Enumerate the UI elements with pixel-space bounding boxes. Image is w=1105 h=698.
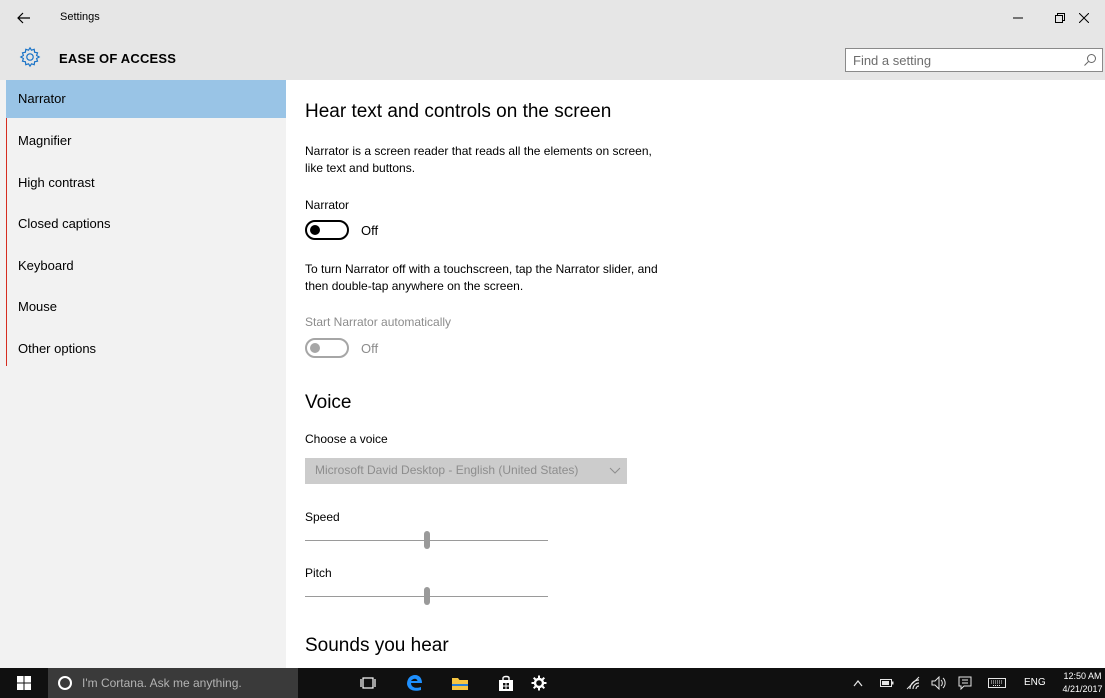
touch-keyboard-button[interactable]: [986, 668, 1008, 698]
sidebar-item-label: High contrast: [18, 175, 95, 190]
search-box[interactable]: [845, 48, 1103, 72]
auto-start-state: Off: [361, 341, 379, 356]
sidebar-item-label: Narrator: [18, 91, 66, 106]
narrator-description: Narrator is a screen reader that reads a…: [305, 143, 705, 177]
back-arrow-icon: [17, 12, 30, 24]
description-line-2: like text and buttons.: [305, 161, 416, 175]
edge-button[interactable]: [391, 668, 437, 698]
sidebar-item-keyboard[interactable]: Keyboard: [6, 247, 286, 285]
description-line-1: Narrator is a screen reader that reads a…: [305, 144, 652, 158]
network-button[interactable]: [904, 668, 922, 698]
choose-voice-label: Choose a voice: [305, 432, 388, 446]
settings-window: Settings EASE OF ACCESS Find a setting N…: [0, 0, 1105, 698]
search-icon[interactable]: [1083, 53, 1097, 67]
settings-taskbar-button[interactable]: [516, 668, 562, 698]
sidebar-item-label: Mouse: [18, 299, 58, 314]
edge-icon: [407, 675, 422, 691]
file-explorer-icon: [452, 678, 468, 690]
pitch-label: Pitch: [305, 566, 332, 580]
narrator-toggle[interactable]: [305, 220, 349, 240]
clock-time: 12:50 AM: [1063, 671, 1102, 681]
voice-heading: Voice: [305, 392, 352, 413]
touch-note-line-2: then double-tap anywhere on the screen.: [305, 279, 524, 293]
sidebar-item-label: Magnifier: [18, 133, 72, 148]
volume-button[interactable]: [930, 668, 948, 698]
cortana-icon: [58, 676, 72, 690]
sidebar-item-label: Closed captions: [18, 216, 111, 231]
minimize-button[interactable]: [997, 0, 1039, 36]
page-title: EASE OF ACCESS: [59, 51, 177, 66]
auto-start-label: Start Narrator automatically: [305, 315, 452, 329]
sidebar-item-closed-captions[interactable]: Closed captions: [6, 205, 286, 243]
settings-icon: [531, 675, 547, 691]
battery-button[interactable]: [878, 668, 896, 698]
voice-dropdown[interactable]: Microsoft David Desktop - English (Unite…: [305, 458, 627, 484]
close-icon: [1079, 13, 1089, 23]
task-view-icon: [360, 677, 376, 689]
task-view-button[interactable]: [345, 668, 391, 698]
taskbar: I'm Cortana. Ask me anything. ENG 12:50 …: [0, 668, 1105, 698]
section-heading: Hear text and controls on the screen: [305, 101, 612, 122]
narrator-label: Narrator: [305, 198, 350, 212]
sidebar-item-label: Other options: [18, 341, 97, 356]
sidebar-item-narrator[interactable]: Narrator: [6, 80, 286, 118]
keyboard-icon: [988, 678, 1006, 688]
narrator-state: Off: [361, 223, 379, 238]
windows-logo-icon: [17, 676, 31, 690]
cortana-search-box[interactable]: I'm Cortana. Ask me anything.: [48, 668, 298, 698]
file-explorer-button[interactable]: [437, 668, 483, 698]
window-title: Settings: [60, 11, 100, 23]
clock[interactable]: 12:50 AM 4/21/2017: [1060, 670, 1105, 696]
cortana-placeholder: I'm Cortana. Ask me anything.: [82, 676, 242, 690]
gear-icon: [19, 46, 41, 68]
voice-selected: Microsoft David Desktop - English (Unite…: [315, 463, 579, 477]
search-input[interactable]: [846, 49, 1076, 71]
touch-note-line-1: To turn Narrator off with a touchscreen,…: [305, 262, 658, 276]
back-button[interactable]: [0, 0, 48, 36]
sidebar-item-other-options[interactable]: Other options: [6, 330, 286, 368]
auto-start-toggle[interactable]: [305, 338, 349, 358]
wifi-icon: [906, 676, 920, 690]
sidebar-item-mouse[interactable]: Mouse: [6, 288, 286, 326]
page-header: EASE OF ACCESS: [0, 36, 1105, 80]
clock-date: 4/21/2017: [1062, 684, 1103, 694]
main-content: Hear text and controls on the screen Nar…: [286, 80, 1105, 668]
sidebar: Narrator Magnifier High contrast Closed …: [0, 80, 286, 668]
store-icon: [499, 675, 513, 691]
chevron-down-icon: [609, 467, 621, 474]
minimize-icon: [1013, 17, 1023, 19]
close-button[interactable]: [1063, 0, 1105, 36]
sidebar-item-magnifier[interactable]: Magnifier: [6, 122, 286, 160]
battery-icon: [880, 679, 894, 687]
notification-icon: [958, 676, 972, 690]
touch-note: To turn Narrator off with a touchscreen,…: [305, 261, 725, 295]
title-bar: Settings: [0, 0, 1105, 36]
start-button[interactable]: [0, 668, 48, 698]
speed-label: Speed: [305, 510, 340, 524]
show-hidden-icons-button[interactable]: [850, 668, 866, 698]
speed-slider-thumb[interactable]: [423, 531, 430, 549]
chevron-up-icon: [853, 680, 863, 687]
sounds-heading: Sounds you hear: [305, 635, 449, 656]
action-center-button[interactable]: [956, 668, 974, 698]
input-language[interactable]: ENG: [1024, 677, 1046, 688]
sidebar-item-label: Keyboard: [18, 258, 74, 273]
pitch-slider-thumb[interactable]: [423, 587, 430, 605]
sidebar-item-high-contrast[interactable]: High contrast: [6, 164, 286, 202]
volume-icon: [931, 676, 946, 690]
